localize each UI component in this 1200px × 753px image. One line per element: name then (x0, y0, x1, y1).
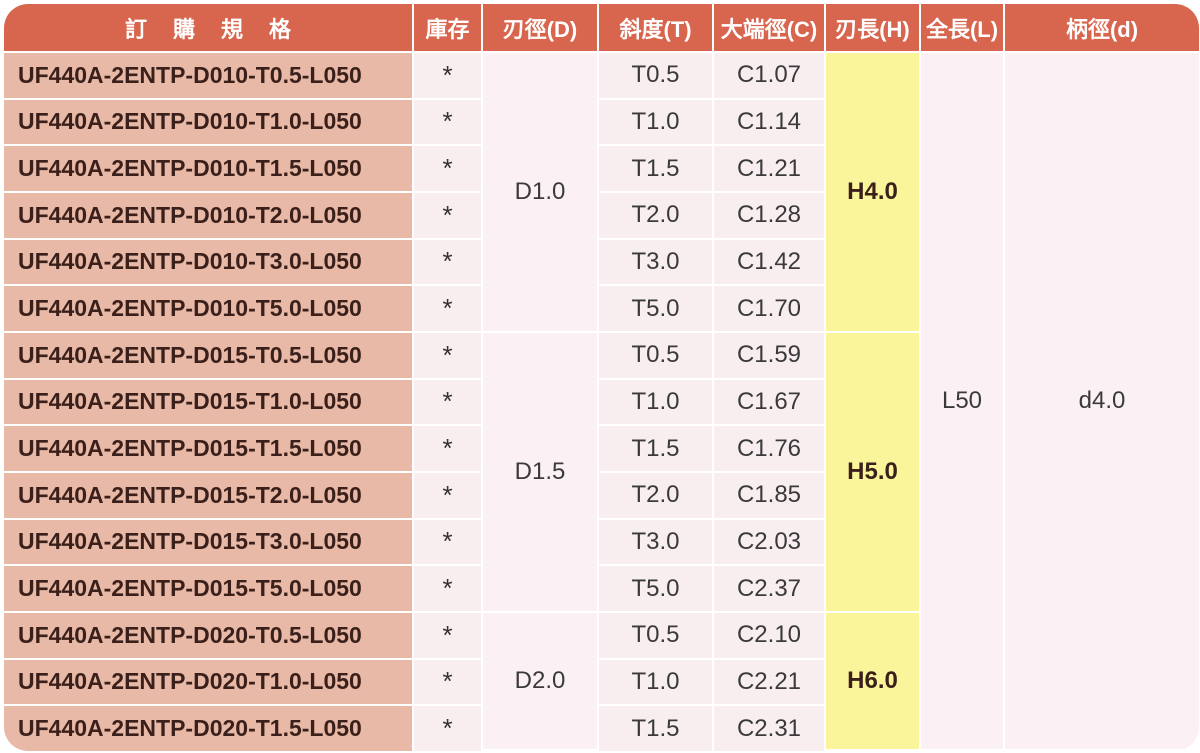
order-code: UF440A-2ENTP-D010-T0.5-L050 (4, 53, 414, 100)
stock-mark: * (414, 332, 483, 380)
header-edge-length: 刃長(H) (826, 4, 921, 53)
large-end-dia-cell: C1.76 (714, 426, 826, 473)
large-end-dia-cell: C2.10 (714, 612, 826, 660)
stock-mark: * (414, 53, 483, 100)
edge-length-cell: H4.0 (826, 53, 921, 333)
stock-mark: * (414, 519, 483, 567)
order-code: UF440A-2ENTP-D020-T0.5-L050 (4, 612, 414, 660)
order-code: UF440A-2ENTP-D015-T3.0-L050 (4, 519, 414, 567)
large-end-dia-cell: C1.21 (714, 146, 826, 193)
stock-mark: * (414, 566, 483, 613)
stock-mark: * (414, 239, 483, 287)
header-large-end-dia: 大端徑(C) (714, 4, 826, 53)
taper-cell: T1.0 (599, 99, 714, 147)
taper-cell: T0.5 (599, 332, 714, 380)
shank-dia-cell: d4.0 (1005, 53, 1199, 751)
order-code: UF440A-2ENTP-D015-T1.5-L050 (4, 426, 414, 473)
taper-cell: T2.0 (599, 472, 714, 520)
large-end-dia-cell: C1.67 (714, 379, 826, 427)
header-shank-dia: 柄徑(d) (1005, 4, 1199, 53)
large-end-dia-cell: C1.42 (714, 239, 826, 287)
order-code: UF440A-2ENTP-D015-T5.0-L050 (4, 566, 414, 613)
stock-mark: * (414, 659, 483, 707)
stock-mark: * (414, 426, 483, 473)
edge-length-cell: H6.0 (826, 612, 921, 751)
order-code: UF440A-2ENTP-D020-T1.5-L050 (4, 706, 414, 751)
large-end-dia-cell: C1.85 (714, 472, 826, 520)
taper-cell: T1.5 (599, 706, 714, 751)
large-end-dia-cell: C1.14 (714, 99, 826, 147)
spec-table: 訂購規格 庫存 刃徑(D) 斜度(T) 大端徑(C) 刃長(H) 全長(L) 柄… (4, 4, 1199, 751)
blade-dia-cell: D2.0 (483, 612, 599, 751)
taper-cell: T1.0 (599, 379, 714, 427)
stock-mark: * (414, 286, 483, 333)
stock-mark: * (414, 146, 483, 193)
large-end-dia-cell: C2.21 (714, 659, 826, 707)
taper-cell: T3.0 (599, 239, 714, 287)
stock-mark: * (414, 379, 483, 427)
taper-cell: T1.5 (599, 146, 714, 193)
blade-dia-cell: D1.5 (483, 332, 599, 613)
stock-mark: * (414, 472, 483, 520)
taper-cell: T1.5 (599, 426, 714, 473)
stock-mark: * (414, 612, 483, 660)
large-end-dia-cell: C1.28 (714, 192, 826, 240)
stock-mark: * (414, 99, 483, 147)
order-code: UF440A-2ENTP-D010-T2.0-L050 (4, 192, 414, 240)
taper-cell: T3.0 (599, 519, 714, 567)
edge-length-cell: H5.0 (826, 332, 921, 613)
taper-cell: T5.0 (599, 286, 714, 333)
large-end-dia-cell: C1.59 (714, 332, 826, 380)
header-taper: 斜度(T) (599, 4, 714, 53)
large-end-dia-cell: C2.03 (714, 519, 826, 567)
order-code: UF440A-2ENTP-D015-T1.0-L050 (4, 379, 414, 427)
header-row: 訂購規格 庫存 刃徑(D) 斜度(T) 大端徑(C) 刃長(H) 全長(L) 柄… (4, 4, 1199, 53)
order-code: UF440A-2ENTP-D015-T0.5-L050 (4, 332, 414, 380)
order-code: UF440A-2ENTP-D010-T1.5-L050 (4, 146, 414, 193)
header-overall-length: 全長(L) (921, 4, 1005, 53)
header-blade-dia: 刃徑(D) (483, 4, 599, 53)
large-end-dia-cell: C1.70 (714, 286, 826, 333)
order-code: UF440A-2ENTP-D010-T1.0-L050 (4, 99, 414, 147)
stock-mark: * (414, 706, 483, 751)
stock-mark: * (414, 192, 483, 240)
taper-cell: T5.0 (599, 566, 714, 613)
order-code: UF440A-2ENTP-D010-T3.0-L050 (4, 239, 414, 287)
large-end-dia-cell: C2.31 (714, 706, 826, 751)
large-end-dia-cell: C1.07 (714, 53, 826, 100)
taper-cell: T0.5 (599, 53, 714, 100)
overall-length-cell: L50 (921, 53, 1005, 751)
taper-cell: T2.0 (599, 192, 714, 240)
large-end-dia-cell: C2.37 (714, 566, 826, 613)
header-order-spec: 訂購規格 (4, 4, 414, 53)
header-stock: 庫存 (414, 4, 483, 53)
order-code: UF440A-2ENTP-D020-T1.0-L050 (4, 659, 414, 707)
table-row: UF440A-2ENTP-D010-T0.5-L050 * D1.0 T0.5 … (4, 53, 1199, 751)
taper-cell: T1.0 (599, 659, 714, 707)
taper-cell: T0.5 (599, 612, 714, 660)
order-code: UF440A-2ENTP-D015-T2.0-L050 (4, 472, 414, 520)
blade-dia-cell: D1.0 (483, 53, 599, 333)
order-code: UF440A-2ENTP-D010-T5.0-L050 (4, 286, 414, 333)
